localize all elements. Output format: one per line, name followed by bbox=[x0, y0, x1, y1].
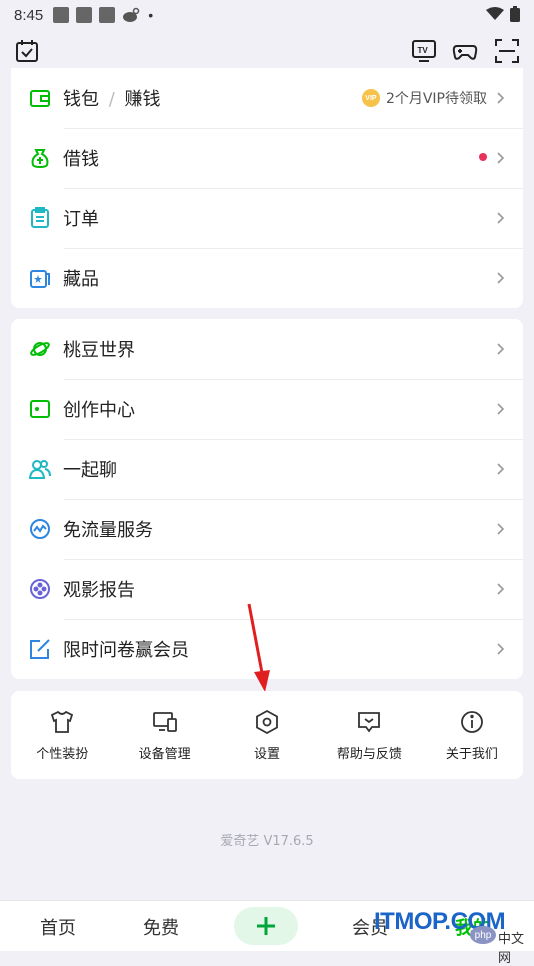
borrow-label: 借钱 bbox=[63, 149, 99, 170]
separator: / bbox=[108, 89, 115, 110]
tool-label: 关于我们 bbox=[445, 747, 498, 762]
status-time: 8:45 bbox=[14, 6, 44, 24]
chat-together-row[interactable]: 一起聊 bbox=[11, 439, 523, 499]
chevron-right-icon bbox=[497, 92, 505, 104]
data-free-label: 免流量服务 bbox=[63, 520, 153, 541]
notification-icon bbox=[99, 7, 116, 23]
film-report-label: 观影报告 bbox=[63, 580, 135, 601]
chat-together-label: 一起聊 bbox=[63, 460, 117, 481]
tool-label: 设置 bbox=[254, 747, 281, 762]
orders-row[interactable]: 订单 bbox=[11, 188, 523, 248]
battery-icon bbox=[510, 6, 520, 22]
watermark-cn-text: 中文网 bbox=[498, 932, 525, 966]
creator-icon bbox=[30, 400, 50, 418]
chevron-right-icon bbox=[497, 212, 505, 224]
devices-icon bbox=[152, 712, 177, 732]
vip-badge: VIP bbox=[361, 89, 380, 107]
wifi-icon bbox=[486, 7, 504, 20]
nav-add-button[interactable] bbox=[234, 907, 298, 945]
film-report-icon bbox=[30, 579, 50, 599]
collection-icon bbox=[30, 270, 50, 288]
chevron-right-icon bbox=[497, 152, 505, 164]
info-icon bbox=[460, 711, 483, 733]
status-bar: 8:45 • bbox=[0, 0, 534, 30]
wallet-label: 钱包 bbox=[63, 89, 99, 110]
survey-icon bbox=[30, 639, 50, 659]
weibo-icon bbox=[123, 7, 140, 22]
vip-promo-text: 2个月VIP待领取 bbox=[385, 91, 487, 107]
earn-label: 赚钱 bbox=[124, 89, 161, 110]
help-feedback-button[interactable]: 帮助与反馈 bbox=[318, 691, 420, 779]
chevron-right-icon bbox=[497, 272, 505, 284]
about-us-button[interactable]: 关于我们 bbox=[421, 691, 523, 779]
notification-icon bbox=[53, 7, 70, 23]
nav-free[interactable]: 免费 bbox=[143, 914, 179, 940]
account-card: 钱包 / 赚钱 VIP 2个月VIP待领取 借钱 订单 藏品 bbox=[11, 68, 523, 308]
data-free-icon bbox=[30, 519, 50, 539]
device-management-button[interactable]: 设备管理 bbox=[113, 691, 215, 779]
annotation-arrow bbox=[247, 603, 270, 692]
tool-label: 个性装扮 bbox=[36, 747, 89, 762]
settings-hex-icon bbox=[256, 709, 278, 735]
tshirt-icon bbox=[51, 710, 74, 733]
wallet-row[interactable]: 钱包 / 赚钱 VIP 2个月VIP待领取 bbox=[11, 68, 523, 128]
svg-text:TV: TV bbox=[418, 46, 429, 55]
notification-icon bbox=[76, 7, 93, 23]
creator-center-label: 创作中心 bbox=[63, 400, 135, 421]
help-feedback-icon bbox=[358, 712, 381, 733]
scan-icon[interactable] bbox=[494, 38, 520, 64]
orders-label: 订单 bbox=[63, 209, 99, 230]
chevron-right-icon bbox=[497, 343, 505, 355]
settings-button[interactable]: 设置 bbox=[216, 691, 318, 779]
money-bag-icon bbox=[31, 149, 49, 169]
watermark-php-logo: php bbox=[470, 926, 496, 944]
tool-label: 设备管理 bbox=[138, 747, 191, 762]
chat-people-icon bbox=[29, 460, 51, 479]
taodou-world-label: 桃豆世界 bbox=[63, 340, 135, 361]
chevron-right-icon bbox=[497, 643, 505, 655]
app-version: 爱奇艺 V17.6.5 bbox=[220, 834, 314, 849]
chevron-right-icon bbox=[497, 583, 505, 595]
collection-label: 藏品 bbox=[63, 269, 99, 290]
notification-dot bbox=[479, 153, 487, 161]
collection-row[interactable]: 藏品 bbox=[11, 248, 523, 308]
check-in-calendar-icon[interactable] bbox=[14, 38, 40, 64]
borrow-row[interactable]: 借钱 bbox=[11, 128, 523, 188]
nav-home[interactable]: 首页 bbox=[40, 914, 76, 940]
plus-icon bbox=[257, 917, 275, 935]
survey-label: 限时问卷赢会员 bbox=[63, 640, 189, 661]
tool-label: 帮助与反馈 bbox=[336, 747, 402, 762]
data-free-row[interactable]: 免流量服务 bbox=[11, 499, 523, 559]
tools-bar: 个性装扮 设备管理 设置 帮助与反馈 关于我们 bbox=[11, 691, 523, 779]
planet-icon bbox=[30, 342, 50, 356]
top-bar: TV bbox=[0, 30, 534, 74]
personal-dressup-button[interactable]: 个性装扮 bbox=[11, 691, 113, 779]
chevron-right-icon bbox=[497, 523, 505, 535]
chevron-right-icon bbox=[497, 403, 505, 415]
more-dot-icon: • bbox=[148, 7, 154, 23]
clipboard-icon bbox=[31, 207, 49, 228]
wallet-icon bbox=[30, 90, 50, 107]
gamepad-icon[interactable] bbox=[452, 38, 478, 64]
tv-icon[interactable]: TV bbox=[411, 38, 437, 64]
chevron-right-icon bbox=[497, 463, 505, 475]
taodou-world-row[interactable]: 桃豆世界 bbox=[11, 319, 523, 379]
creator-center-row[interactable]: 创作中心 bbox=[11, 379, 523, 439]
